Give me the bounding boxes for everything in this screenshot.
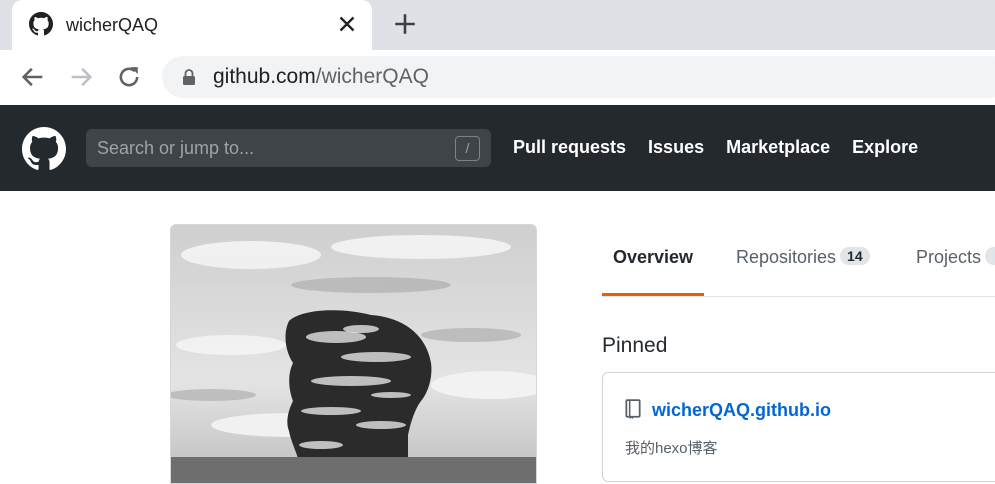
url-path: /wicherQAQ — [315, 65, 429, 88]
url-text[interactable]: github.com/wicherQAQ — [213, 65, 429, 89]
lock-icon[interactable] — [182, 69, 196, 85]
browser-tab[interactable]: wicherQAQ — [12, 0, 372, 50]
tab-overview-label: Overview — [613, 247, 694, 267]
avatar[interactable] — [170, 224, 537, 484]
repo-book-icon — [625, 399, 641, 419]
profile-tabs: Overview Repositories14 Projects0 — [602, 225, 995, 297]
tab-repositories-label: Repositories — [736, 247, 837, 267]
close-icon[interactable] — [334, 11, 360, 37]
github-header: Search or jump to... / Pull requests Iss… — [0, 105, 995, 191]
nav-issues[interactable]: Issues — [648, 137, 704, 158]
address-bar[interactable]: github.com/wicherQAQ — [162, 56, 995, 98]
forward-arrow-icon[interactable] — [67, 63, 95, 91]
github-logo-icon[interactable] — [22, 127, 66, 171]
search-placeholder: Search or jump to... — [97, 138, 255, 158]
back-arrow-icon[interactable] — [19, 63, 47, 91]
pinned-repo-link[interactable]: wicherQAQ.github.io — [652, 400, 831, 421]
plus-icon[interactable] — [392, 11, 418, 37]
nav-marketplace[interactable]: Marketplace — [726, 137, 830, 158]
tab-projects-label: Projects — [916, 247, 982, 267]
url-host: github.com — [213, 65, 316, 88]
browser-toolbar: github.com/wicherQAQ — [0, 50, 995, 105]
avatar-image — [171, 225, 536, 483]
pinned-repo-card: wicherQAQ.github.io 我的hexo博客 — [602, 372, 995, 482]
active-tab-underline — [602, 293, 704, 296]
nav-pull-requests[interactable]: Pull requests — [513, 137, 626, 158]
nav-explore[interactable]: Explore — [852, 137, 918, 158]
search-input[interactable]: Search or jump to... / — [86, 129, 491, 167]
search-shortcut-key: / — [455, 136, 480, 161]
pinned-heading: Pinned — [602, 334, 668, 357]
repositories-count: 14 — [840, 247, 870, 265]
tab-projects[interactable]: Projects0 — [916, 247, 995, 268]
projects-count: 0 — [985, 247, 995, 265]
github-favicon-icon — [29, 12, 53, 36]
browser-tabstrip: wicherQAQ — [0, 0, 995, 50]
tab-repositories[interactable]: Repositories 14 — [736, 247, 870, 268]
reload-icon[interactable] — [115, 63, 143, 91]
pinned-repo-description: 我的hexo博客 — [625, 440, 718, 457]
tab-overview[interactable]: Overview — [613, 247, 693, 268]
header-nav: Pull requests Issues Marketplace Explore — [513, 137, 918, 158]
tab-title: wicherQAQ — [66, 15, 159, 35]
